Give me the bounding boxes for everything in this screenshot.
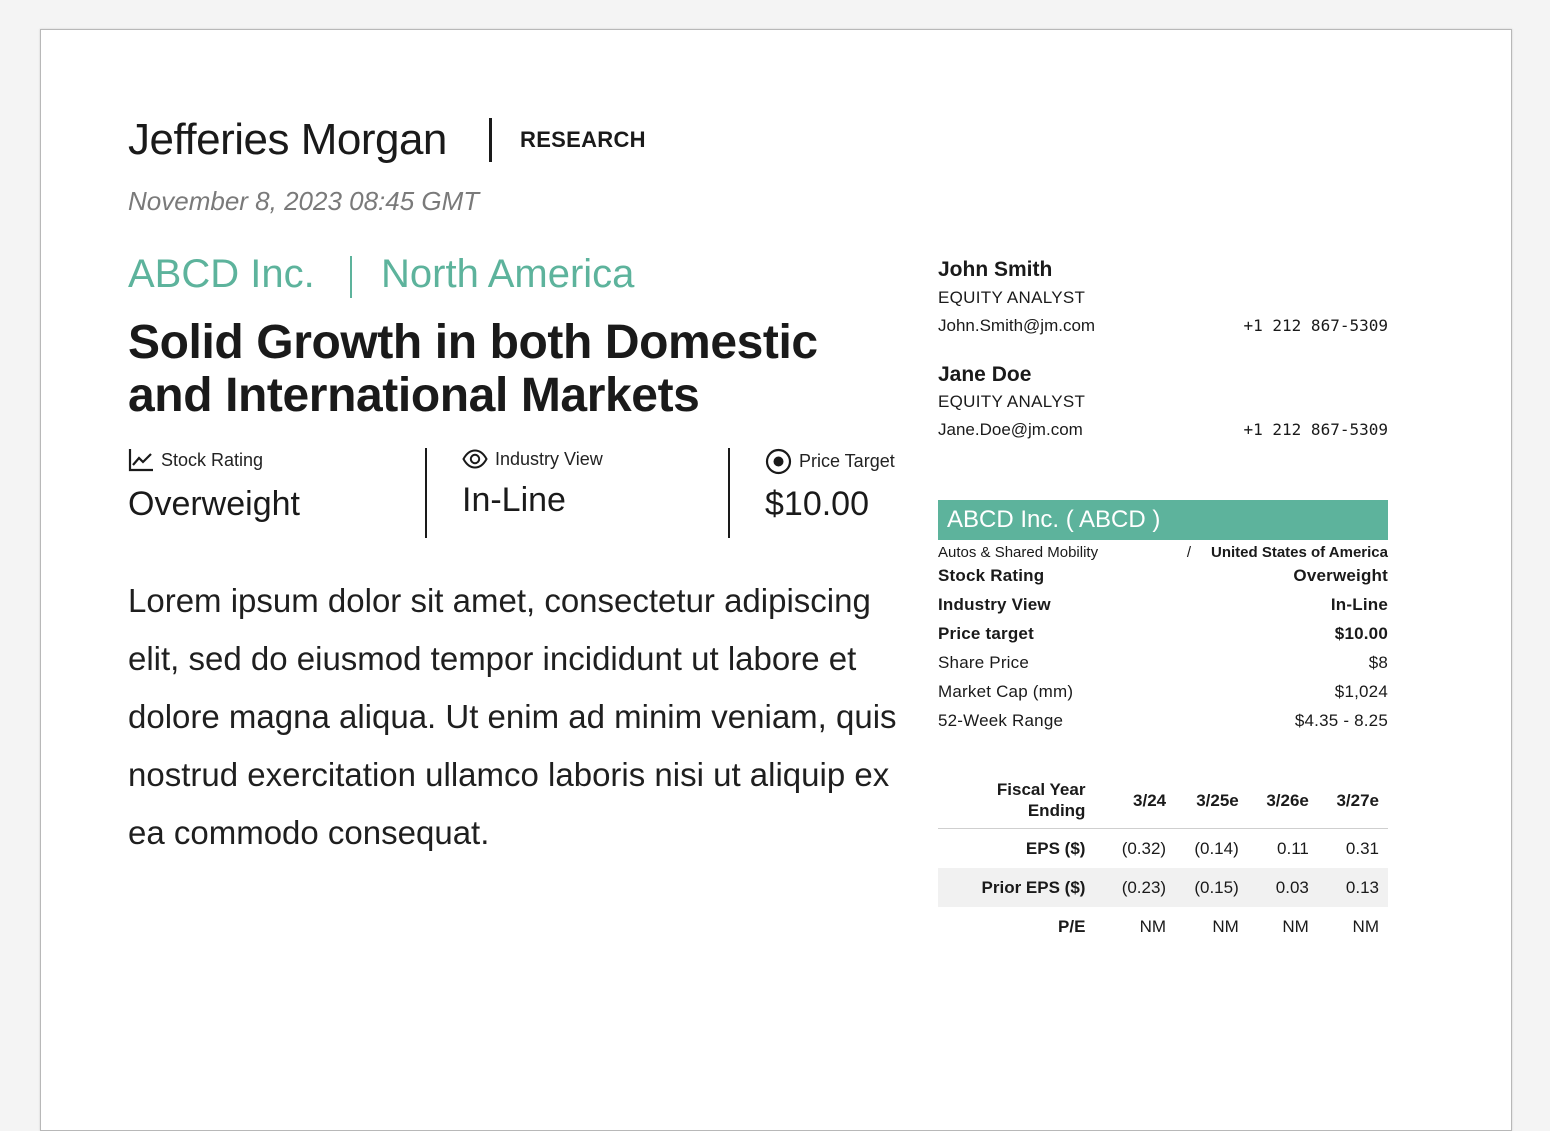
section-label: RESEARCH (520, 127, 646, 152)
analyst-email[interactable]: John.Smith@jm.com (938, 316, 1095, 336)
metric-value: In-Line (462, 481, 566, 519)
row-label: Prior EPS ($) (938, 868, 1103, 907)
summary-row: Share Price $8 (938, 648, 1388, 677)
brand-divider (489, 118, 492, 162)
target-icon (765, 448, 792, 475)
table-cell: (0.14) (1194, 838, 1239, 858)
summary-row-value: In-Line (1330, 595, 1388, 614)
table-header-row: Fiscal Year Ending 3/24 3/25e 3/26e 3/27… (938, 772, 1388, 829)
table-cell: (0.32) (1121, 838, 1167, 858)
column-header: 3/26e (1247, 772, 1318, 829)
table-cell: NM (1139, 916, 1167, 936)
metric-label: Stock Rating (161, 449, 264, 470)
report-datetime: November 8, 2023 08:45 GMT (128, 186, 480, 216)
metric-label: Industry View (495, 448, 603, 469)
column-header: 3/27e (1317, 772, 1388, 829)
metric-label: Price Target (799, 451, 895, 471)
column-header: 3/24 (1102, 772, 1176, 829)
table-cell: 0.03 (1247, 868, 1318, 907)
table-row: Prior EPS ($) (0.23) (0.15) 0.03 0.13 (938, 868, 1388, 907)
summary-rows: Stock Rating Overweight Industry View In… (938, 561, 1388, 735)
summary-row-value: $1,024 (1334, 682, 1388, 701)
summary-row: 52-Week Range $4.35 - 8.25 (938, 706, 1388, 735)
ticker-title: ABCD Inc. ( ABCD ) (938, 500, 1388, 540)
table-cell: 0.11 (1277, 838, 1309, 858)
summary-row: Stock Rating Overweight (938, 561, 1388, 590)
header-line: Ending (1027, 801, 1086, 820)
company-name: ABCD Inc. (128, 252, 315, 296)
analyst-title: EQUITY ANALYST (938, 288, 1086, 307)
analyst-name: John Smith (938, 258, 1053, 281)
brand-name: Jefferies Morgan (128, 115, 447, 164)
metric-divider (425, 448, 427, 538)
summary-row-label: Stock Rating (938, 566, 1045, 585)
line-chart-icon (128, 448, 154, 472)
table-row: EPS ($) (0.32) (0.14) 0.11 0.31 (938, 829, 1388, 869)
summary-row: Market Cap (mm) $1,024 (938, 677, 1388, 706)
fiscal-year-header: Fiscal Year Ending (938, 772, 1103, 829)
table-cell: NM (1282, 916, 1309, 936)
summary-row-value: $10.00 (1334, 624, 1388, 643)
metric-price-target: Price Target $10.00 (765, 448, 895, 524)
analyst-card: John Smith EQUITY ANALYST John.Smith@jm.… (938, 258, 1388, 336)
table-cell: (0.15) (1175, 868, 1248, 907)
table-cell: NM (1352, 916, 1379, 936)
region-name: North America (381, 252, 635, 296)
summary-row: Industry View In-Line (938, 590, 1388, 619)
country-label: United States of America (1211, 544, 1388, 561)
table-cell: 0.13 (1317, 868, 1388, 907)
summary-row-label: Market Cap (mm) (938, 682, 1074, 701)
summary-row-label: Share Price (938, 653, 1030, 672)
metric-divider (728, 448, 730, 538)
metric-stock-rating: Stock Rating Overweight (128, 448, 300, 524)
summary-row-label: Industry View (938, 595, 1051, 614)
summary-row-value: $8 (1368, 653, 1388, 672)
table-cell: NM (1212, 916, 1239, 936)
stock-summary: ABCD Inc. ( ABCD ) Autos & Shared Mobili… (938, 500, 1388, 735)
analyst-email[interactable]: Jane.Doe@jm.com (938, 420, 1083, 440)
row-label: P/E (1058, 916, 1086, 936)
summary-row-value: Overweight (1293, 566, 1388, 585)
financials-table: Fiscal Year Ending 3/24 3/25e 3/26e 3/27… (938, 772, 1388, 946)
sector-label: Autos & Shared Mobility (938, 544, 1099, 561)
analyst-name: Jane Doe (938, 363, 1032, 386)
summary-row: Price target $10.00 (938, 619, 1388, 648)
metric-value: $10.00 (765, 485, 869, 523)
sector-country-row: Autos & Shared Mobility / United States … (938, 544, 1388, 561)
analyst-title: EQUITY ANALYST (938, 392, 1086, 411)
header-line: Fiscal Year (996, 780, 1086, 799)
table-cell: 0.31 (1345, 838, 1379, 858)
summary-row-label: 52-Week Range (938, 711, 1064, 730)
metric-value: Overweight (128, 485, 300, 523)
table-cell: (0.23) (1102, 868, 1176, 907)
analyst-phone[interactable]: +1 212 867-5309 (1244, 316, 1389, 336)
column-header: 3/25e (1175, 772, 1248, 829)
summary-row-label: Price target (938, 624, 1034, 643)
report-headline: Solid Growth in both Domestic and Intern… (128, 316, 818, 422)
summary-row-value: $4.35 - 8.25 (1294, 711, 1388, 730)
row-label: EPS ($) (1025, 838, 1086, 858)
table-row: P/E NM NM NM NM (938, 907, 1388, 946)
analyst-card: Jane Doe EQUITY ANALYST Jane.Doe@jm.com … (938, 363, 1388, 440)
eye-icon (462, 448, 488, 470)
analyst-phone[interactable]: +1 212 867-5309 (1244, 420, 1389, 440)
sector-divider: / (1186, 544, 1191, 561)
company-region-divider (350, 256, 352, 298)
metric-industry-view: Industry View In-Line (462, 448, 603, 520)
report-body: Lorem ipsum dolor sit amet, consectetur … (128, 582, 897, 851)
financials-table-wrapper: Fiscal Year Ending 3/24 3/25e 3/26e 3/27… (938, 772, 1388, 946)
report-page: Jefferies Morgan RESEARCH November 8, 20… (40, 29, 1512, 1131)
